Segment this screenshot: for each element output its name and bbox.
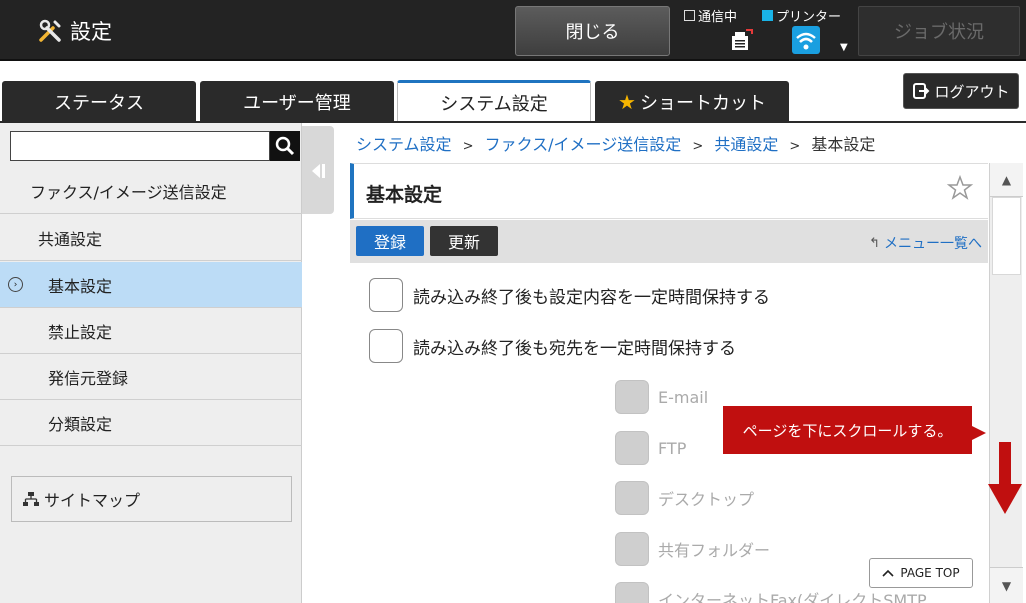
breadcrumb-separator: > <box>462 139 474 154</box>
tab-system-settings[interactable]: システム設定 <box>397 80 591 123</box>
tab-row: ステータス ユーザー管理 システム設定 ★ ショートカット ログアウト <box>0 61 1026 123</box>
sidebar-item-category-settings[interactable]: 分類設定 <box>0 400 302 446</box>
close-button[interactable]: 閉じる <box>515 6 670 56</box>
checkbox[interactable] <box>369 278 403 312</box>
page-header: 基本設定 <box>350 163 988 219</box>
sub-option-email: E-mail <box>615 380 708 414</box>
page-top-button[interactable]: PAGE TOP <box>869 558 973 588</box>
sidebar: ファクス/イメージ送信設定 共通設定 › 基本設定 禁止設定 発信元登録 分類設… <box>0 123 302 603</box>
top-bar: 設定 閉じる 通信中 プリンター ▼ ジョブ状況 <box>0 0 1026 61</box>
printer-status: プリンター <box>762 6 841 25</box>
tab-user-management[interactable]: ユーザー管理 <box>200 81 394 122</box>
tab-status[interactable]: ステータス <box>2 81 196 122</box>
checkbox-disabled <box>615 582 649 603</box>
option-keep-destination[interactable]: 読み込み終了後も宛先を一定時間保持する <box>369 329 736 363</box>
menu-list-link[interactable]: ↰ メニュー一覧へ <box>869 233 982 253</box>
tools-icon <box>39 19 61 42</box>
comm-indicator-icon <box>684 10 695 21</box>
action-bar: 登録 更新 ↰ メニュー一覧へ <box>350 220 988 263</box>
tooltip-pointer <box>972 426 986 440</box>
scrollbar[interactable]: ▲ ▼ <box>989 163 1023 603</box>
comm-label: 通信中 <box>698 10 738 25</box>
sidebar-item-label: 分類設定 <box>48 414 113 434</box>
sidebar-item-sender-registration[interactable]: 発信元登録 <box>0 354 302 400</box>
sub-option-label: 共有フォルダー <box>658 541 771 560</box>
sidebar-item-label: 基本設定 <box>48 276 113 296</box>
checkbox-disabled <box>615 481 649 515</box>
printer-label: プリンター <box>776 10 842 25</box>
checkbox-disabled <box>615 431 649 465</box>
sidebar-item-common-settings[interactable]: 共通設定 <box>0 215 302 261</box>
search-button[interactable] <box>270 131 300 161</box>
option-keep-settings[interactable]: 読み込み終了後も設定内容を一定時間保持する <box>369 278 770 312</box>
sidebar-item-prohibit-settings[interactable]: 禁止設定 <box>0 308 302 354</box>
page-top-label: PAGE TOP <box>900 566 960 580</box>
tab-shortcut-label: ショートカット <box>639 92 766 114</box>
scroll-hint-tooltip: ページを下にスクロールする。 <box>723 406 972 454</box>
menu-list-link-label: メニュー一覧へ <box>884 236 982 252</box>
scroll-thumb[interactable] <box>992 197 1021 275</box>
logout-label: ログアウト <box>934 82 1010 101</box>
update-button[interactable]: 更新 <box>430 226 498 256</box>
breadcrumb: システム設定 > ファクス/イメージ送信設定 > 共通設定 > 基本設定 <box>356 131 875 155</box>
sub-option-label: デスクトップ <box>658 490 755 509</box>
checkbox[interactable] <box>369 329 403 363</box>
sitemap-icon <box>23 492 39 506</box>
register-button[interactable]: 登録 <box>356 226 424 256</box>
favorite-star-icon[interactable] <box>946 174 974 202</box>
option-label: 読み込み終了後も設定内容を一定時間保持する <box>413 287 770 308</box>
scroll-up-icon[interactable]: ▲ <box>990 163 1023 197</box>
sub-option-shared-folder: 共有フォルダー <box>615 532 770 566</box>
wifi-icon[interactable] <box>792 26 820 54</box>
checkbox-disabled <box>615 532 649 566</box>
job-status-button[interactable]: ジョブ状況 <box>858 6 1020 56</box>
logout-button[interactable]: ログアウト <box>903 73 1019 109</box>
sidebar-item-label: ファクス/イメージ送信設定 <box>30 182 227 202</box>
star-icon: ★ <box>618 89 636 114</box>
printer-indicator-icon <box>762 10 773 21</box>
sidebar-item-label: 共通設定 <box>38 229 103 249</box>
breadcrumb-common-settings[interactable]: 共通設定 <box>714 135 778 154</box>
fax-icon[interactable] <box>728 28 754 52</box>
sub-option-label: インターネットFax(ダイレクトSMTP <box>658 591 927 603</box>
search-icon <box>275 136 295 156</box>
sidebar-item-label: 発信元登録 <box>48 368 129 388</box>
device-status: 通信中 プリンター ▼ <box>684 4 854 58</box>
collapse-left-icon <box>312 164 325 178</box>
sidebar-collapse-button[interactable] <box>302 126 334 214</box>
sitemap-label: サイトマップ <box>44 491 141 510</box>
sitemap-link[interactable]: サイトマップ <box>11 476 292 522</box>
scroll-down-icon[interactable]: ▼ <box>990 567 1023 603</box>
back-arrow-icon: ↰ <box>869 235 880 251</box>
option-label: 読み込み終了後も宛先を一定時間保持する <box>413 338 736 359</box>
breadcrumb-fax-image-send[interactable]: ファクス/イメージ送信設定 <box>485 135 682 154</box>
breadcrumb-separator: > <box>789 139 801 154</box>
chevron-up-icon <box>882 569 894 577</box>
breadcrumb-separator: > <box>692 139 704 154</box>
sidebar-item-basic-settings[interactable]: › 基本設定 <box>0 262 302 308</box>
comm-status: 通信中 <box>684 6 737 25</box>
checkbox-disabled <box>615 380 649 414</box>
app-title: 設定 <box>36 16 112 46</box>
sub-option-label: E-mail <box>658 387 709 407</box>
sidebar-item-label: 禁止設定 <box>48 322 113 342</box>
caret-down-icon[interactable]: ▼ <box>840 42 848 53</box>
breadcrumb-current: 基本設定 <box>811 135 876 154</box>
sub-option-label: FTP <box>658 438 687 458</box>
app-title-text: 設定 <box>70 20 112 44</box>
red-arrow-down-icon <box>988 442 1022 514</box>
tab-shortcut[interactable]: ★ ショートカット <box>595 81 789 122</box>
search-input[interactable] <box>10 131 270 161</box>
sidebar-item-fax-image-send[interactable]: ファクス/イメージ送信設定 <box>0 168 302 214</box>
selected-circle-icon: › <box>8 277 23 292</box>
breadcrumb-system-settings[interactable]: システム設定 <box>356 135 452 154</box>
sub-option-ftp: FTP <box>615 431 686 465</box>
sub-option-desktop: デスクトップ <box>615 481 754 515</box>
page-title: 基本設定 <box>366 184 443 206</box>
logout-icon <box>913 83 930 99</box>
